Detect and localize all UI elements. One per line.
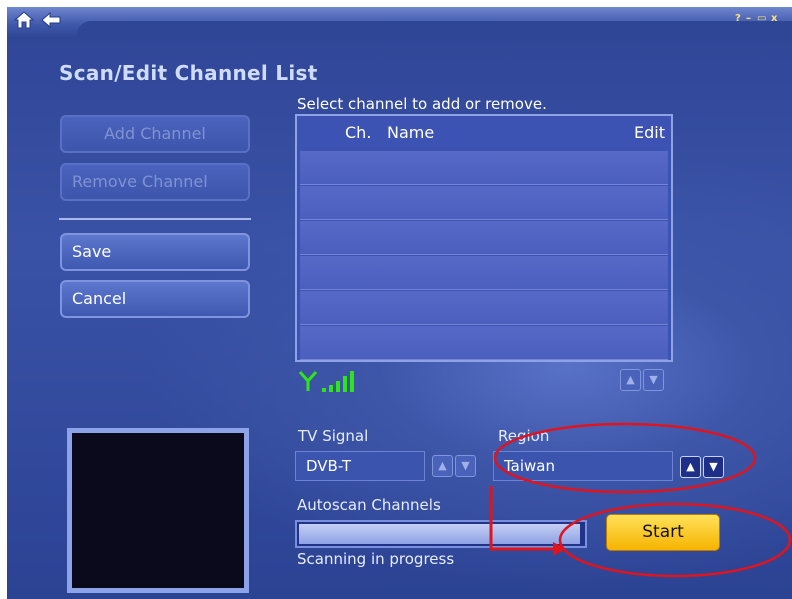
signal-bar [329, 385, 333, 392]
list-scroll-buttons: ▲ ▼ [620, 369, 664, 391]
instruction-text: Select channel to add or remove. [297, 95, 547, 113]
chevron-up-icon[interactable]: ▲ [680, 456, 701, 478]
chevron-down-icon[interactable]: ▼ [643, 369, 664, 391]
autoscan-label: Autoscan Channels [297, 496, 441, 514]
title-bar-curve [77, 21, 792, 39]
remove-channel-button[interactable]: Remove Channel [60, 163, 250, 201]
minimize-icon[interactable]: – [746, 13, 751, 24]
add-channel-button[interactable]: Add Channel [60, 115, 250, 153]
signal-bar [343, 376, 347, 392]
restore-icon[interactable]: ▭ [757, 13, 766, 24]
tv-signal-field[interactable]: DVB-T [295, 451, 425, 481]
channel-list-header: Ch. Name Edit [297, 116, 671, 148]
list-item[interactable] [300, 291, 668, 325]
column-header-ch: Ch. [345, 123, 372, 142]
channel-list[interactable]: Ch. Name Edit [295, 114, 673, 362]
signal-bar [336, 381, 340, 392]
title-bar: ? – ▭ x [7, 7, 792, 39]
back-arrow-icon[interactable] [40, 10, 62, 30]
signal-bar [350, 371, 354, 392]
chevron-down-icon[interactable]: ▼ [455, 455, 476, 477]
progress-fill [299, 524, 580, 544]
scan-status-text: Scanning in progress [297, 550, 455, 568]
save-button[interactable]: Save [60, 233, 250, 271]
column-header-edit: Edit [634, 123, 665, 142]
video-preview [67, 428, 249, 593]
region-stepper: ▲ ▼ [680, 456, 724, 478]
antenna-icon [298, 371, 318, 391]
chevron-up-icon[interactable]: ▲ [432, 455, 453, 477]
signal-strength-indicator [298, 369, 388, 397]
close-icon[interactable]: x [771, 13, 777, 24]
list-item[interactable] [300, 151, 668, 185]
chevron-down-icon[interactable]: ▼ [703, 456, 724, 478]
column-header-name: Name [387, 123, 435, 142]
start-scan-button[interactable]: Start [606, 514, 720, 551]
autoscan-progress-bar [295, 520, 587, 548]
region-label: Region [498, 427, 550, 445]
chevron-up-icon[interactable]: ▲ [620, 369, 641, 391]
region-field[interactable]: Taiwan [493, 451, 673, 481]
cancel-button[interactable]: Cancel [60, 280, 250, 318]
list-item[interactable] [300, 221, 668, 255]
home-icon[interactable] [13, 10, 35, 30]
tv-signal-label: TV Signal [298, 427, 369, 445]
help-icon[interactable]: ? [735, 13, 741, 24]
signal-bar [322, 388, 326, 392]
divider [59, 218, 251, 220]
app-window: ? – ▭ x Scan/Edit Channel List Select ch… [7, 7, 792, 599]
list-item[interactable] [300, 326, 668, 360]
list-item[interactable] [300, 186, 668, 220]
tv-signal-stepper: ▲ ▼ [432, 455, 476, 477]
list-item[interactable] [300, 256, 668, 290]
page-title: Scan/Edit Channel List [59, 61, 318, 85]
